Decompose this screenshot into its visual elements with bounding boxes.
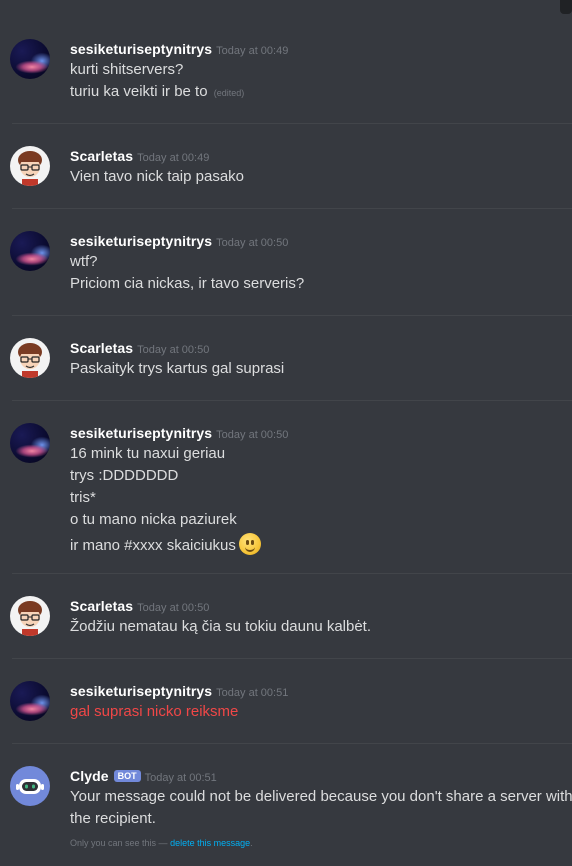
ephemeral-note-text: Only you can see this —: [70, 838, 168, 848]
username[interactable]: sesiketuriseptynitrys: [70, 41, 212, 57]
message-header: sesiketuriseptynitrys Today at 00:51: [70, 681, 288, 701]
message-text: trys :DDDDDDD: [70, 467, 179, 484]
message-text: Priciom cia nickas, ir tavo serveris?: [70, 275, 305, 292]
avatar[interactable]: [10, 338, 50, 378]
username[interactable]: Scarletas: [70, 340, 133, 356]
message-text: wtf?: [70, 253, 98, 270]
message-header: sesiketuriseptynitrys Today at 00:50: [70, 231, 288, 251]
avatar[interactable]: [10, 596, 50, 636]
message-header: Scarletas Today at 00:50: [70, 338, 209, 358]
username[interactable]: sesiketuriseptynitrys: [70, 425, 212, 441]
message-text: o tu mano nicka paziurek: [70, 511, 237, 528]
message-text: Vien tavo nick taip pasako: [70, 168, 245, 185]
message-divider: [12, 208, 572, 209]
message-header: Scarletas Today at 00:50: [70, 596, 209, 616]
ephemeral-note: Only you can see this — delete this mess…: [70, 838, 253, 848]
timestamp: Today at 00:49: [216, 45, 289, 57]
avatar[interactable]: [10, 681, 50, 721]
timestamp: Today at 00:51: [144, 772, 217, 784]
avatar[interactable]: [10, 423, 50, 463]
message-header: sesiketuriseptynitrys Today at 00:49: [70, 39, 288, 59]
message-text: tris*: [70, 489, 96, 506]
message-divider: [12, 658, 572, 659]
timestamp: Today at 00:50: [137, 344, 210, 356]
message-header: sesiketuriseptynitrys Today at 00:50: [70, 423, 288, 443]
timestamp: Today at 00:49: [137, 152, 210, 164]
message-header: Clyde BOT Today at 00:51: [70, 766, 217, 786]
message-text-edited-line: turiu ka veikti ir be to (edited): [70, 83, 244, 100]
cartoon-face-icon: [18, 151, 42, 186]
message-text: Žodžiu nematau ką čia su tokiu daunu kal…: [70, 618, 372, 635]
delete-message-link[interactable]: delete this message: [170, 838, 250, 848]
avatar[interactable]: [10, 39, 50, 79]
top-scroll-area: [0, 0, 572, 14]
message-divider: [12, 315, 572, 316]
timestamp: Today at 00:51: [216, 687, 289, 699]
avatar[interactable]: [10, 146, 50, 186]
message-text: ir mano #xxxx skaiciukus: [70, 537, 236, 554]
message-text: kurti shitservers?: [70, 61, 184, 78]
message-text: Paskaityk trys kartus gal suprasi: [70, 360, 285, 377]
slight-smile-emoji-icon[interactable]: [238, 533, 261, 555]
cartoon-face-icon: [18, 601, 42, 636]
timestamp: Today at 00:50: [137, 602, 210, 614]
message-divider: [12, 400, 572, 401]
message-header: Scarletas Today at 00:49: [70, 146, 209, 166]
message-text: turiu ka veikti ir be to: [70, 83, 208, 100]
cartoon-face-icon: [18, 343, 42, 378]
bot-badge: BOT: [113, 770, 141, 782]
username[interactable]: Scarletas: [70, 598, 133, 614]
message-divider: [12, 573, 572, 574]
message-divider: [12, 743, 572, 744]
edited-label: (edited): [213, 88, 245, 98]
username[interactable]: sesiketuriseptynitrys: [70, 683, 212, 699]
message-text-with-emoji: ir mano #xxxx skaiciukus: [70, 533, 261, 555]
timestamp: Today at 00:50: [216, 237, 289, 249]
clyde-bot-icon: [16, 779, 44, 794]
message-text: 16 mink tu naxui geriau: [70, 445, 226, 462]
username[interactable]: Clyde: [70, 768, 109, 784]
scrollbar-thumb[interactable]: [560, 0, 572, 14]
ephemeral-note-suffix: .: [250, 838, 253, 848]
failed-message-text: gal suprasi nicko reiksme: [70, 703, 239, 720]
message-divider: [12, 123, 572, 124]
message-text: Your message could not be delivered beca…: [70, 788, 572, 805]
username[interactable]: Scarletas: [70, 148, 133, 164]
avatar[interactable]: [10, 766, 50, 806]
avatar[interactable]: [10, 231, 50, 271]
username[interactable]: sesiketuriseptynitrys: [70, 233, 212, 249]
message-text: the recipient.: [70, 810, 156, 827]
timestamp: Today at 00:50: [216, 429, 289, 441]
